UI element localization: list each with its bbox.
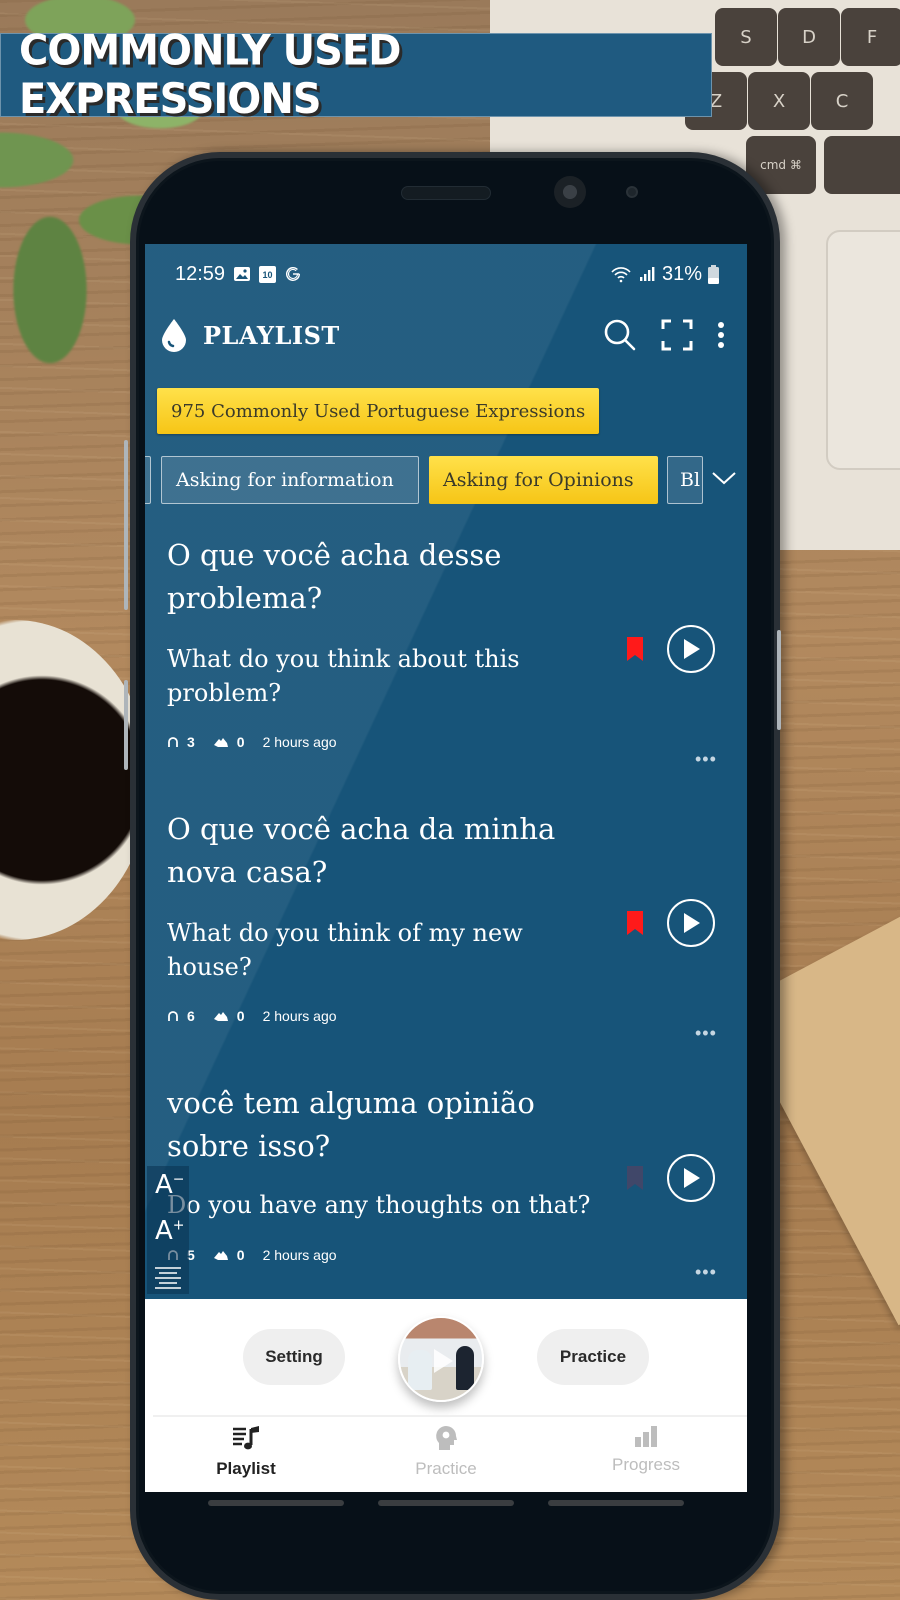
item-meta: 3 0 2 hours ago bbox=[167, 734, 337, 750]
more-vertical-icon bbox=[718, 322, 724, 348]
laptop-key: F bbox=[841, 8, 900, 66]
practice-hand-icon bbox=[213, 1012, 228, 1021]
headphones-icon bbox=[168, 1011, 178, 1021]
playlist-name: 975 Commonly Used Portuguese Expressions bbox=[171, 400, 586, 422]
google-icon bbox=[286, 267, 301, 282]
increase-font-button[interactable]: A+ bbox=[155, 1216, 185, 1246]
app-screen: 12:59 10 31% PLAYLIST 975 Commonly Used … bbox=[145, 244, 747, 1492]
droplet-icon bbox=[162, 319, 186, 352]
app-bar: PLAYLIST bbox=[145, 304, 747, 366]
play-icon bbox=[684, 1168, 700, 1188]
wifi-icon bbox=[611, 267, 631, 283]
status-time: 12:59 bbox=[175, 262, 226, 285]
battery-icon bbox=[708, 264, 719, 284]
banner-title: COMMONLY USED EXPRESSIONS bbox=[19, 26, 401, 124]
laptop-key: D bbox=[778, 8, 840, 66]
laptop-trackpad bbox=[826, 230, 900, 470]
item-more-button[interactable]: ••• bbox=[695, 1023, 717, 1044]
align-text-icon[interactable] bbox=[153, 1266, 183, 1290]
gallery-icon bbox=[234, 267, 251, 281]
item-timestamp: 2 hours ago bbox=[262, 734, 337, 750]
phone-speaker bbox=[401, 186, 491, 200]
head-gear-icon bbox=[436, 1426, 457, 1450]
translation-text: What do you think about this problem? bbox=[167, 645, 520, 707]
play-button[interactable] bbox=[667, 899, 715, 947]
fullscreen-icon bbox=[661, 319, 693, 351]
nav-practice[interactable]: Practice bbox=[371, 1425, 521, 1487]
playlist-name-chip[interactable]: 975 Commonly Used Portuguese Expressions bbox=[157, 388, 600, 434]
tab-label: Bl bbox=[680, 469, 701, 491]
more-options-button[interactable] bbox=[717, 321, 725, 349]
practice-count: 0 bbox=[236, 1247, 245, 1263]
search-button[interactable] bbox=[603, 318, 637, 352]
item-timestamp: 2 hours ago bbox=[262, 1008, 337, 1024]
laptop-key: C bbox=[811, 72, 873, 130]
practice-hand-icon bbox=[213, 738, 228, 747]
playlist-music-icon bbox=[233, 1426, 259, 1450]
setting-button[interactable]: Setting bbox=[243, 1329, 345, 1385]
chevron-down-icon bbox=[712, 472, 736, 485]
phone-power-button bbox=[777, 630, 781, 730]
item-more-button[interactable]: ••• bbox=[695, 1262, 717, 1283]
font-size-controls: A− A+ bbox=[147, 1166, 189, 1294]
phone-bixby-button bbox=[124, 680, 128, 770]
search-icon bbox=[604, 319, 636, 351]
signal-icon bbox=[639, 267, 655, 281]
nav-gesture-bar bbox=[208, 1500, 344, 1506]
fullscreen-button[interactable] bbox=[661, 319, 693, 351]
nav-gesture-bar bbox=[548, 1500, 684, 1506]
item-meta: 6 0 2 hours ago bbox=[167, 1008, 337, 1024]
tab-previous-partial[interactable] bbox=[145, 456, 151, 504]
laptop-key: X bbox=[748, 72, 810, 130]
headphones-icon bbox=[168, 737, 178, 747]
bookmark-icon[interactable] bbox=[627, 637, 643, 661]
practice-count: 0 bbox=[236, 734, 245, 750]
phrase-text: você tem alguma opinião sobre isso? bbox=[167, 1086, 535, 1163]
item-timestamp: 2 hours ago bbox=[262, 1247, 337, 1263]
play-icon bbox=[434, 1349, 453, 1373]
bottom-panel: Setting Practice Playlist Practice Progr… bbox=[145, 1299, 747, 1492]
nav-gesture-bar bbox=[378, 1500, 514, 1506]
phrase-text: O que você acha da minha nova casa? bbox=[167, 812, 556, 889]
phone-volume-button bbox=[124, 440, 128, 610]
phrase-text: O que você acha desse problema? bbox=[167, 538, 502, 615]
item-more-button[interactable]: ••• bbox=[695, 749, 717, 770]
nav-progress[interactable]: Progress bbox=[571, 1425, 721, 1487]
listen-count: 6 bbox=[187, 1008, 195, 1024]
tab-next-partial[interactable]: Bl bbox=[667, 456, 703, 504]
tab-label: Asking for information bbox=[176, 469, 394, 491]
play-icon bbox=[684, 913, 700, 933]
laptop-key bbox=[824, 136, 900, 194]
category-tabs: Asking for information Asking for Opinio… bbox=[145, 456, 747, 506]
listen-count: 3 bbox=[187, 734, 195, 750]
phone-sensor bbox=[626, 186, 638, 198]
practice-button[interactable]: Practice bbox=[537, 1329, 649, 1385]
bookmark-icon[interactable] bbox=[627, 911, 643, 935]
decrease-font-button[interactable]: A− bbox=[155, 1170, 185, 1200]
nav-playlist[interactable]: Playlist bbox=[171, 1425, 321, 1487]
tab-asking-for-opinions[interactable]: Asking for Opinions bbox=[429, 456, 658, 504]
practice-hand-icon bbox=[213, 1251, 228, 1260]
translation-text: Do you have any thoughts on that? bbox=[167, 1191, 591, 1219]
title-banner: COMMONLY USED EXPRESSIONS bbox=[0, 27, 712, 123]
phone-camera bbox=[554, 176, 586, 208]
play-button[interactable] bbox=[667, 1154, 715, 1202]
play-icon bbox=[684, 639, 700, 659]
calendar-icon: 10 bbox=[259, 265, 277, 283]
page-title: PLAYLIST bbox=[203, 320, 340, 350]
status-bar: 12:59 10 31% bbox=[145, 244, 747, 304]
item-meta: 5 0 2 hours ago bbox=[167, 1247, 337, 1263]
battery-percent: 31% bbox=[661, 262, 702, 285]
bar-chart-icon bbox=[635, 1426, 657, 1447]
expand-tabs-button[interactable] bbox=[711, 470, 737, 486]
translation-text: What do you think of my new house? bbox=[167, 919, 523, 981]
play-button[interactable] bbox=[667, 625, 715, 673]
tab-asking-for-information[interactable]: Asking for information bbox=[161, 456, 419, 504]
video-thumbnail-button[interactable] bbox=[398, 1316, 484, 1402]
bookmark-icon[interactable] bbox=[627, 1166, 643, 1190]
laptop-key: S bbox=[715, 8, 777, 66]
divider bbox=[153, 1415, 747, 1417]
practice-count: 0 bbox=[236, 1008, 245, 1024]
tab-label: Asking for Opinions bbox=[443, 469, 634, 491]
